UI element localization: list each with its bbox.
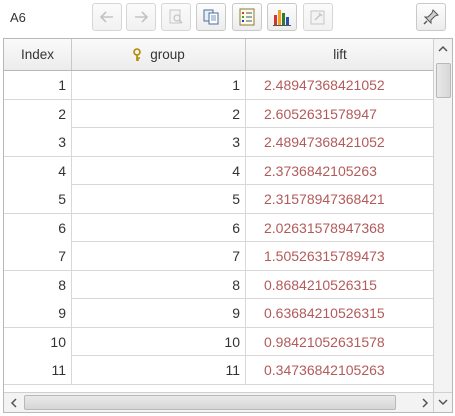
row-index-cell[interactable]: 1 <box>4 71 72 99</box>
table-row[interactable]: 1 1 2.48947368421052 <box>4 71 434 100</box>
group-cell[interactable]: 10 <box>72 327 246 356</box>
row-index-cell[interactable]: 8 <box>4 270 72 299</box>
vertical-scroll-thumb[interactable] <box>436 63 451 98</box>
data-grid: Index group lift 1 1 2.48947368421052 2 2 2.6… <box>3 38 453 413</box>
row-index-cell[interactable]: 4 <box>4 156 72 185</box>
key-icon <box>133 47 142 61</box>
toolbar: A6 <box>0 0 455 36</box>
table-header: Index group lift <box>4 39 434 71</box>
row-index-cell[interactable]: 5 <box>4 185 72 213</box>
group-cell[interactable]: 5 <box>72 185 246 213</box>
scroll-left-button[interactable] <box>4 393 22 412</box>
lift-cell[interactable]: 2.3736842105263 <box>246 157 434 185</box>
group-cell[interactable]: 1 <box>72 71 246 99</box>
chart-button[interactable] <box>267 3 297 31</box>
column-header-lift[interactable]: lift <box>246 39 434 70</box>
row-index-cell[interactable]: 7 <box>4 242 72 270</box>
group-cell[interactable]: 3 <box>72 128 246 156</box>
lift-cell[interactable]: 2.02631578947368 <box>246 214 434 242</box>
lift-cell[interactable]: 2.31578947368421 <box>246 185 434 213</box>
cell-reference: A6 <box>10 10 26 25</box>
copy-button[interactable] <box>196 3 226 31</box>
lift-cell[interactable]: 2.48947368421052 <box>246 128 434 156</box>
lift-cell[interactable]: 0.34736842105263 <box>246 356 434 384</box>
column-header-index[interactable]: Index <box>4 39 72 70</box>
column-header-group[interactable]: group <box>72 39 246 70</box>
chevron-right-icon <box>421 397 428 408</box>
table-row[interactable]: 3 3 2.48947368421052 <box>4 128 434 157</box>
table-row[interactable]: 6 6 2.02631578947368 <box>4 213 434 242</box>
lift-cell[interactable]: 2.48947368421052 <box>246 71 434 99</box>
pin-button[interactable] <box>416 3 446 31</box>
group-cell[interactable]: 7 <box>72 242 246 270</box>
table-body: 1 1 2.48947368421052 2 2 2.6052631578947 3 3 2.4… <box>4 71 434 391</box>
table-row[interactable]: 2 2 2.6052631578947 <box>4 99 434 128</box>
vertical-scrollbar[interactable] <box>433 39 452 393</box>
group-cell[interactable]: 11 <box>72 356 246 384</box>
lift-cell[interactable]: 0.98421052631578 <box>246 328 434 356</box>
horizontal-scroll-thumb[interactable] <box>24 395 396 410</box>
scroll-down-button[interactable] <box>433 392 452 412</box>
lift-cell[interactable]: 0.8684210526315 <box>246 271 434 299</box>
lift-cell[interactable]: 2.6052631578947 <box>246 100 434 128</box>
scroll-right-button[interactable] <box>416 393 434 412</box>
row-index-cell[interactable]: 10 <box>4 327 72 356</box>
row-index-cell[interactable]: 9 <box>4 299 72 327</box>
settings-icon <box>310 10 325 25</box>
group-cell[interactable]: 9 <box>72 299 246 327</box>
row-index-cell[interactable]: 11 <box>4 356 72 384</box>
pin-icon <box>423 9 439 25</box>
table-row[interactable]: 5 5 2.31578947368421 <box>4 185 434 214</box>
list-icon <box>239 8 255 26</box>
scroll-up-button[interactable] <box>434 39 452 57</box>
group-cell[interactable]: 2 <box>72 99 246 128</box>
chevron-down-icon <box>438 399 448 406</box>
back-button[interactable] <box>92 3 122 31</box>
table-row[interactable]: 11 11 0.34736842105263 <box>4 356 434 385</box>
back-arrow-icon <box>99 11 113 23</box>
row-index-cell[interactable]: 2 <box>4 99 72 128</box>
row-index-cell[interactable]: 6 <box>4 213 72 242</box>
zoom-icon <box>169 9 183 24</box>
table-row[interactable]: 8 8 0.8684210526315 <box>4 270 434 299</box>
list-button[interactable] <box>232 3 262 31</box>
table-row[interactable]: 7 7 1.50526315789473 <box>4 242 434 271</box>
chevron-left-icon <box>10 397 17 408</box>
forward-button[interactable] <box>126 3 156 31</box>
table-row[interactable]: 9 9 0.63684210526315 <box>4 299 434 328</box>
copy-icon <box>203 9 219 25</box>
forward-arrow-icon <box>135 11 149 23</box>
group-cell[interactable]: 8 <box>72 270 246 299</box>
lift-cell[interactable]: 1.50526315789473 <box>246 242 434 270</box>
lift-cell[interactable]: 0.63684210526315 <box>246 299 434 327</box>
horizontal-scrollbar[interactable] <box>4 392 434 412</box>
chevron-up-icon <box>438 45 448 52</box>
table-row[interactable]: 4 4 2.3736842105263 <box>4 156 434 185</box>
settings-button[interactable] <box>303 3 333 31</box>
bar-chart-icon <box>273 10 291 26</box>
zoom-button[interactable] <box>161 3 191 31</box>
group-cell[interactable]: 4 <box>72 156 246 185</box>
row-index-cell[interactable]: 3 <box>4 128 72 156</box>
table-row[interactable]: 10 10 0.98421052631578 <box>4 327 434 356</box>
group-cell[interactable]: 6 <box>72 213 246 242</box>
